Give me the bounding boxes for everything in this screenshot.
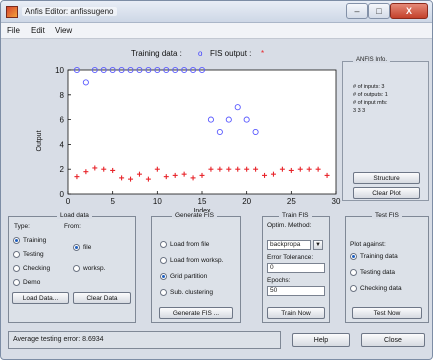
chevron-down-icon[interactable]: ▼ <box>313 240 323 250</box>
radio-type-checking[interactable] <box>13 265 20 272</box>
status-message: Average testing error: 8.6934 <box>8 331 281 349</box>
radio-type-testing[interactable] <box>13 251 20 258</box>
type-testing-label: Testing <box>23 251 44 258</box>
y-tick-label: 8 <box>60 91 65 100</box>
anfis-editor-window: Anfis Editor: anfissugeno – □ X File Edi… <box>0 0 433 360</box>
x-tick-label: 20 <box>242 197 251 206</box>
error-tolerance-input[interactable]: 0 <box>267 263 325 273</box>
generate-fis-title: Generate FIS <box>172 212 218 219</box>
load-data-button[interactable]: Load Data... <box>12 292 69 304</box>
epochs-label: Epochs: <box>267 277 291 284</box>
test-training-label: Training data <box>360 253 398 260</box>
structure-button[interactable]: Structure <box>353 172 420 184</box>
radio-grid-partition[interactable] <box>160 273 167 280</box>
test-now-button[interactable]: Test Now <box>352 307 422 319</box>
generate-fis-button[interactable]: Generate FIS ... <box>159 307 233 319</box>
radio-test-training[interactable] <box>350 253 357 260</box>
help-button[interactable]: Help <box>292 333 350 347</box>
test-fis-panel: Test FIS Plot against: Training data Tes… <box>345 212 429 323</box>
epochs-input[interactable]: 50 <box>267 286 325 296</box>
anfis-info-panel: ANFIS Info. # of inputs: 3 # of outputs:… <box>342 57 429 201</box>
type-checking-label: Checking <box>23 265 51 272</box>
anfis-info-title: ANFIS Info. <box>353 57 391 63</box>
info-input-mfs: # of input mfs: <box>353 100 388 106</box>
y-tick-label: 0 <box>60 190 65 199</box>
clear-data-button[interactable]: Clear Data <box>73 292 131 304</box>
y-tick-label: 10 <box>55 66 64 75</box>
from-workspace-label: worksp. <box>83 265 106 272</box>
generate-fis-panel: Generate FIS Load from file Load from wo… <box>151 212 241 323</box>
from-label: From: <box>64 223 81 230</box>
type-demo-label: Demo <box>23 279 41 286</box>
error-tolerance-label: Error Tolerance: <box>267 254 314 261</box>
gen-load-file-label: Load from file <box>170 241 210 248</box>
radio-from-workspace[interactable] <box>73 265 80 272</box>
radio-test-checking[interactable] <box>350 285 357 292</box>
from-file-label: file <box>83 244 92 251</box>
test-fis-title: Test FIS <box>372 212 402 219</box>
clear-plot-button[interactable]: Clear Plot <box>353 187 420 199</box>
x-tick-label: 15 <box>198 197 207 206</box>
y-tick-label: 4 <box>60 140 65 149</box>
y-tick-label: 2 <box>60 165 65 174</box>
x-tick-label: 5 <box>110 197 115 206</box>
close-button[interactable]: Close <box>361 333 425 347</box>
y-axis-label: Output <box>36 130 43 151</box>
x-tick-label: 10 <box>153 197 162 206</box>
y-tick-label: 6 <box>60 116 65 125</box>
radio-type-training[interactable] <box>13 237 20 244</box>
gen-grid-partition-label: Grid partition <box>170 273 208 280</box>
x-tick-label: 0 <box>66 197 71 206</box>
type-label: Type: <box>14 223 30 230</box>
x-tick-label: 30 <box>332 197 341 206</box>
info-inputs: # of inputs: 3 <box>353 84 385 90</box>
radio-sub-clustering[interactable] <box>160 289 167 296</box>
optim-method-label: Optim. Method: <box>267 222 312 229</box>
load-data-panel: Load data Type: From: Training Testing C… <box>8 212 136 323</box>
train-fis-panel: Train FIS Optim. Method: backpropa ▼ Err… <box>262 212 330 323</box>
train-now-button[interactable]: Train Now <box>267 307 325 319</box>
gen-sub-clustering-label: Sub. clustering <box>170 289 213 296</box>
radio-from-file[interactable] <box>73 244 80 251</box>
x-tick-label: 25 <box>287 197 296 206</box>
info-mf-counts: 3 3 3 <box>353 108 366 114</box>
train-fis-title: Train FIS <box>279 212 312 219</box>
radio-test-testing[interactable] <box>350 269 357 276</box>
test-testing-label: Testing data <box>360 269 396 276</box>
plot-against-label: Plot against: <box>350 241 386 248</box>
radio-load-from-file[interactable] <box>160 241 167 248</box>
radio-type-demo[interactable] <box>13 279 20 286</box>
test-checking-label: Checking data <box>360 285 402 292</box>
radio-load-from-workspace[interactable] <box>160 257 167 264</box>
optim-method-select[interactable]: backpropa <box>267 240 311 250</box>
load-data-title: Load data <box>57 212 92 219</box>
type-training-label: Training <box>23 237 47 244</box>
info-outputs: # of outputs: 1 <box>353 92 388 98</box>
gen-load-worksp-label: Load from worksp. <box>170 257 224 264</box>
